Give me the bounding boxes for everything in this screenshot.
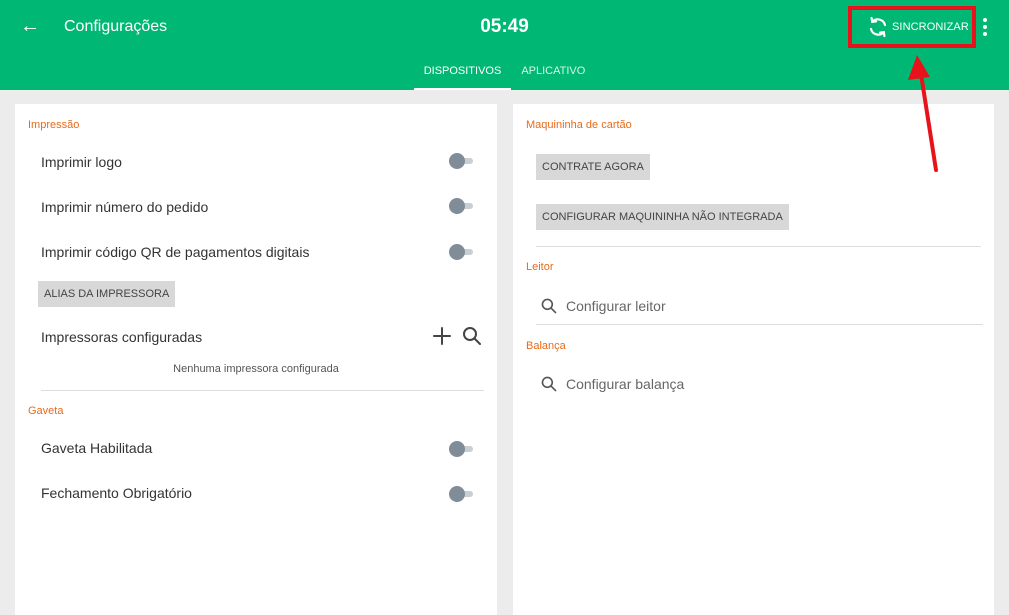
toggle-label-mandatory-close: Fechamento Obrigatório (41, 485, 192, 501)
tab-aplicativo[interactable]: APLICATIVO (511, 58, 595, 90)
plus-icon[interactable] (431, 325, 453, 347)
search-icon (541, 376, 557, 392)
search-icon[interactable] (461, 325, 483, 347)
print-order-number-toggle[interactable] (449, 198, 475, 214)
back-button[interactable]: ← (18, 12, 42, 40)
devices-left-panel: Impressão Imprimir logo Imprimir número … (15, 104, 497, 615)
section-scale-heading: Balança (526, 340, 566, 352)
no-printers-message: Nenhuma impressora configurada (173, 363, 339, 375)
drawer-enabled-toggle[interactable] (449, 441, 475, 457)
toggle-label-drawer-enabled: Gaveta Habilitada (41, 440, 153, 456)
page-title: Configurações (64, 18, 168, 35)
arrow-left-icon: ← (20, 15, 40, 37)
print-logo-toggle[interactable] (449, 153, 475, 169)
divider (536, 324, 983, 325)
configure-scale-label: Configurar balança (566, 376, 685, 392)
devices-right-panel: Maquininha de cartão CONTRATE AGORA CONF… (513, 104, 994, 615)
section-drawer-heading: Gaveta (28, 405, 64, 417)
toggle-label-print-order-number: Imprimir número do pedido (41, 199, 209, 215)
print-qr-toggle[interactable] (449, 244, 475, 260)
configure-scale-field[interactable]: Configurar balança (540, 371, 684, 397)
section-card-machine-heading: Maquininha de cartão (526, 119, 632, 131)
configured-printers-label: Impressoras configuradas (41, 329, 203, 345)
mandatory-close-toggle[interactable] (449, 486, 475, 502)
search-icon (541, 298, 557, 314)
section-printing-heading: Impressão (28, 119, 80, 131)
app-bar: ← Configurações 05:49 SINCRONIZAR DISPOS… (0, 0, 1009, 90)
divider (41, 390, 484, 391)
clock-text: 05:49 (480, 16, 529, 37)
configure-card-machine-button[interactable]: CONFIGURAR MAQUININHA NÃO INTEGRADA (536, 204, 789, 230)
hire-now-button[interactable]: CONTRATE AGORA (536, 154, 650, 180)
section-reader-heading: Leitor (526, 261, 554, 273)
configure-reader-label: Configurar leitor (566, 298, 666, 314)
tab-bar: DISPOSITIVOS APLICATIVO (0, 58, 1009, 90)
sync-button[interactable]: SINCRONIZAR (848, 6, 976, 48)
printer-alias-button[interactable]: ALIAS DA IMPRESSORA (38, 281, 176, 307)
more-vertical-icon[interactable] (978, 14, 992, 40)
sync-label: SINCRONIZAR (892, 21, 969, 33)
sync-icon (869, 16, 887, 38)
tab-dispositivos[interactable]: DISPOSITIVOS (413, 58, 512, 90)
toggle-label-print-qr: Imprimir código QR de pagamentos digitai… (41, 244, 310, 260)
toggle-label-print-logo: Imprimir logo (41, 154, 122, 170)
configure-reader-field[interactable]: Configurar leitor (540, 293, 666, 319)
divider (536, 246, 981, 247)
